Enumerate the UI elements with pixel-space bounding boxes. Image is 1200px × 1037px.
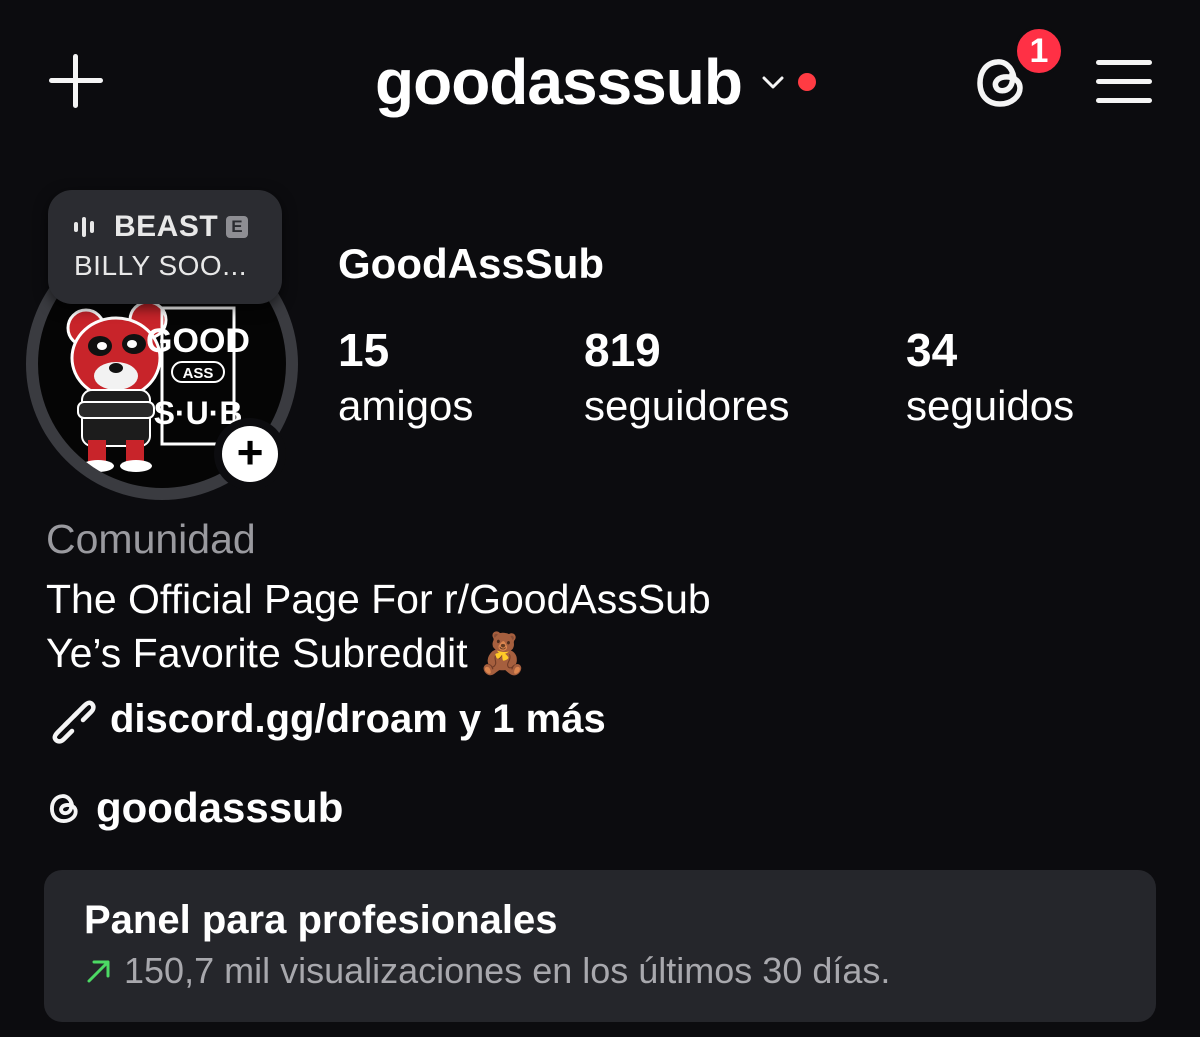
explicit-badge: E	[226, 216, 249, 238]
bio-line-2: Ye’s Favorite Subreddit	[46, 630, 468, 676]
stat-value: 819	[584, 324, 661, 376]
bio-line-1: The Official Page For r/GoodAssSub	[46, 576, 711, 622]
avatar-logo-ass: ASS	[183, 365, 214, 382]
stat-followers[interactable]: 819 seguidores	[584, 322, 789, 434]
audio-wave-icon	[74, 216, 98, 238]
account-switcher[interactable]: goodasssub	[375, 42, 816, 122]
chevron-down-icon	[762, 76, 784, 89]
bio-link-text: discord.gg/droam y 1 más	[110, 696, 606, 741]
link-icon	[52, 700, 96, 744]
display-name: GoodAssSub	[338, 240, 605, 287]
status-dot	[797, 73, 816, 91]
dashboard-title: Panel para profesionales	[84, 898, 558, 942]
stat-friends[interactable]: 15 amigos	[338, 322, 473, 434]
stat-value: 15	[338, 324, 390, 376]
song-artist: BILLY SOO...	[74, 250, 248, 281]
notification-badge: 1	[1014, 26, 1064, 76]
stat-following[interactable]: 34 seguidos	[906, 322, 1074, 434]
stat-label: seguidos	[906, 382, 1075, 429]
bio-link[interactable]: discord.gg/droam y 1 más	[46, 694, 606, 744]
username: goodasssub	[375, 46, 743, 118]
song-title: BEAST	[114, 210, 219, 243]
music-note-bubble[interactable]: BEAST E BILLY SOO...	[48, 190, 282, 304]
dashboard-subtitle: 150,7 mil visualizaciones en los últimos…	[124, 950, 891, 991]
teddy-bear-emoji: 🧸	[477, 632, 528, 676]
stat-value: 34	[906, 324, 958, 376]
plus-icon: +	[236, 426, 264, 478]
professional-dashboard-card[interactable]	[44, 870, 1156, 1022]
threads-icon	[50, 794, 78, 823]
hamburger-menu-icon[interactable]	[1094, 56, 1154, 108]
stat-label: amigos	[338, 382, 474, 429]
dashboard-subtitle-row: 150,7 mil visualizaciones en los últimos…	[84, 950, 890, 992]
add-story-button[interactable]: +	[222, 426, 278, 482]
stat-label: seguidores	[584, 382, 790, 429]
trending-up-arrow-icon	[87, 960, 110, 983]
bio-text: The Official Page For r/GoodAssSub Ye’s …	[46, 572, 711, 681]
create-button[interactable]	[44, 48, 108, 112]
threads-profile-link[interactable]: goodasssub	[46, 784, 343, 832]
threads-handle: goodasssub	[96, 784, 344, 831]
avatar-logo-good: GOOD	[146, 322, 250, 360]
profile-category: Comunidad	[46, 516, 256, 562]
